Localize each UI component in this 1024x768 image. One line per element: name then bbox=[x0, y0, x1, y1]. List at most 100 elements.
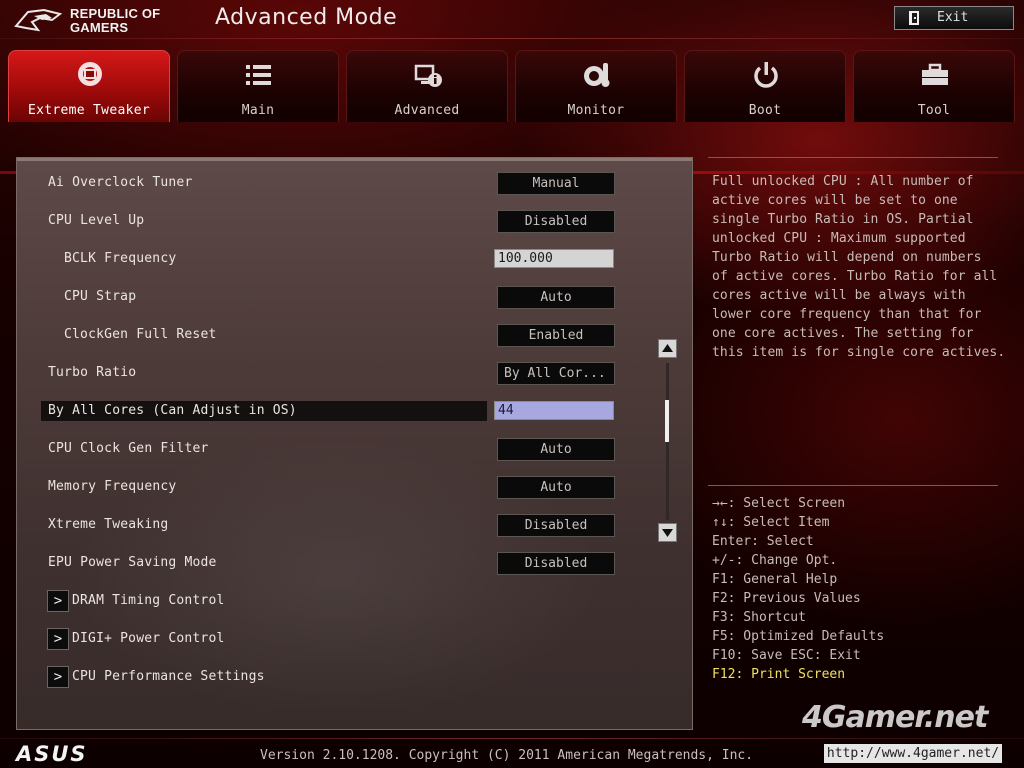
tab-advanced[interactable]: Advanced bbox=[346, 50, 508, 122]
tab-monitor[interactable]: Monitor bbox=[515, 50, 677, 122]
setting-value-input[interactable]: 100.000 bbox=[494, 249, 614, 268]
help-line: lower core frequency than that for bbox=[712, 307, 982, 322]
key-hint: F2: Previous Values bbox=[712, 591, 861, 606]
rog-eye-icon bbox=[14, 8, 63, 32]
key-hint: Enter: Select bbox=[712, 534, 814, 549]
setting-value-select[interactable]: Disabled bbox=[497, 210, 615, 233]
brand-line2: GAMERS bbox=[70, 20, 129, 35]
panel-top-rule bbox=[17, 158, 692, 161]
key-legend: →←: Select Screen ↑↓: Select Item Enter:… bbox=[712, 494, 1012, 684]
setting-label: Turbo Ratio bbox=[48, 365, 137, 380]
exit-door-icon bbox=[909, 11, 919, 25]
scroll-up-button[interactable] bbox=[658, 339, 677, 358]
submenu-dram-timing-control[interactable]: > DRAM Timing Control bbox=[17, 589, 657, 613]
key-hint: →←: Select Screen bbox=[712, 496, 846, 511]
key-hint: +/-: Change Opt. bbox=[712, 553, 838, 568]
exit-button[interactable]: Exit bbox=[894, 6, 1014, 30]
tab-label: Tool bbox=[917, 103, 951, 118]
tab-label: Extreme Tweaker bbox=[28, 103, 150, 118]
setting-label: CPU Level Up bbox=[48, 213, 145, 228]
setting-label: By All Cores (Can Adjust in OS) bbox=[48, 403, 297, 418]
setting-value-select[interactable]: Manual bbox=[497, 172, 615, 195]
scroll-thumb[interactable] bbox=[665, 400, 669, 442]
setting-value-input[interactable]: 44 bbox=[494, 401, 614, 420]
chevron-right-icon: > bbox=[47, 590, 69, 612]
submenu-label: DRAM Timing Control bbox=[72, 593, 225, 608]
help-line: one core actives. The setting for bbox=[712, 326, 974, 341]
submenu-digi-power-control[interactable]: > DIGI+ Power Control bbox=[17, 627, 657, 651]
setting-label: ClockGen Full Reset bbox=[64, 327, 217, 342]
chevron-right-icon: > bbox=[47, 666, 69, 688]
submenu-label: CPU Performance Settings bbox=[72, 669, 265, 684]
tab-boot[interactable]: Boot bbox=[684, 50, 846, 122]
setting-row-turbo-ratio[interactable]: Turbo Ratio By All Cor... bbox=[17, 361, 657, 385]
help-line: cores active will be always with bbox=[712, 288, 966, 303]
setting-row-cpu-strap[interactable]: CPU Strap Auto bbox=[17, 285, 657, 309]
setting-row-memory-frequency[interactable]: Memory Frequency Auto bbox=[17, 475, 657, 499]
monitor-gauge-icon bbox=[584, 63, 610, 87]
setting-row-xtreme-tweaking[interactable]: Xtreme Tweaking Disabled bbox=[17, 513, 657, 537]
setting-value-select[interactable]: Enabled bbox=[497, 324, 615, 347]
key-hint: ↑↓: Select Item bbox=[712, 515, 830, 530]
setting-row-by-all-cores[interactable]: By All Cores (Can Adjust in OS) 44 bbox=[17, 399, 657, 423]
key-hint: F1: General Help bbox=[712, 572, 838, 587]
scroll-down-button[interactable] bbox=[658, 523, 677, 542]
setting-row-cpu-clock-gen-filter[interactable]: CPU Clock Gen Filter Auto bbox=[17, 437, 657, 461]
chevron-right-icon: > bbox=[47, 628, 69, 650]
list-icon bbox=[246, 65, 271, 85]
arrow-up-icon bbox=[662, 344, 673, 352]
help-top-rule bbox=[708, 157, 998, 158]
settings-panel: Ai Overclock Tuner Manual CPU Level Up D… bbox=[16, 157, 693, 730]
setting-value-select[interactable]: Auto bbox=[497, 438, 615, 461]
setting-row-clockgen-full-reset[interactable]: ClockGen Full Reset Enabled bbox=[17, 323, 657, 347]
footer-divider bbox=[0, 738, 1024, 739]
setting-value-select[interactable]: Auto bbox=[497, 286, 615, 309]
help-line: this item is for single core actives. bbox=[712, 345, 1006, 360]
keys-top-rule bbox=[708, 485, 998, 486]
setting-value-select[interactable]: Auto bbox=[497, 476, 615, 499]
key-hint: F5: Optimized Defaults bbox=[712, 629, 885, 644]
tab-label: Boot bbox=[748, 103, 782, 118]
setting-label: EPU Power Saving Mode bbox=[48, 555, 217, 570]
setting-label: CPU Strap bbox=[64, 289, 137, 304]
tab-extreme-tweaker[interactable]: Extreme Tweaker bbox=[8, 50, 170, 122]
tab-bar: Extreme Tweaker Main Advanced Monitor Bo… bbox=[0, 50, 1024, 174]
setting-label: Memory Frequency bbox=[48, 479, 177, 494]
help-line: unlocked CPU : Maximum supported bbox=[712, 231, 966, 246]
setting-value-select[interactable]: Disabled bbox=[497, 552, 615, 575]
tab-label: Advanced bbox=[394, 103, 460, 118]
setting-row-ai-overclock-tuner[interactable]: Ai Overclock Tuner Manual bbox=[17, 171, 657, 195]
setting-row-epu-power-saving[interactable]: EPU Power Saving Mode Disabled bbox=[17, 551, 657, 575]
tab-main[interactable]: Main bbox=[177, 50, 339, 122]
setting-label: Ai Overclock Tuner bbox=[48, 175, 193, 190]
help-line: active cores will be set to one bbox=[712, 193, 958, 208]
toolbox-icon bbox=[922, 63, 948, 85]
tab-label: Main bbox=[241, 103, 275, 118]
version-text: Version 2.10.1208. Copyright (C) 2011 Am… bbox=[260, 748, 754, 763]
help-description: Full unlocked CPU : All number of active… bbox=[712, 172, 1012, 362]
help-line: Turbo Ratio will depend on numbers bbox=[712, 250, 982, 265]
arrow-down-icon bbox=[662, 529, 673, 537]
key-hint: F10: Save ESC: Exit bbox=[712, 648, 861, 663]
advanced-info-icon bbox=[414, 64, 442, 87]
page-title: Advanced Mode bbox=[215, 5, 398, 30]
setting-value-select[interactable]: Disabled bbox=[497, 514, 615, 537]
header-divider bbox=[0, 38, 1024, 39]
setting-row-cpu-level-up[interactable]: CPU Level Up Disabled bbox=[17, 209, 657, 233]
watermark-logo: 4Gamer.net bbox=[802, 700, 988, 735]
setting-row-bclk-frequency[interactable]: BCLK Frequency 100.000 bbox=[17, 247, 657, 271]
help-line: Full unlocked CPU : All number of bbox=[712, 174, 974, 189]
asus-logo: ASUS bbox=[16, 742, 88, 766]
brand-line1: REPUBLIC OF bbox=[70, 6, 161, 21]
exit-label: Exit bbox=[937, 10, 969, 25]
setting-value-select[interactable]: By All Cor... bbox=[497, 362, 615, 385]
setting-label: CPU Clock Gen Filter bbox=[48, 441, 209, 456]
tab-tool[interactable]: Tool bbox=[853, 50, 1015, 122]
key-hint: F3: Shortcut bbox=[712, 610, 806, 625]
help-line: of active cores. Turbo Ratio for all bbox=[712, 269, 998, 284]
key-hint-print-screen[interactable]: F12: Print Screen bbox=[712, 665, 1012, 684]
submenu-label: DIGI+ Power Control bbox=[72, 631, 225, 646]
submenu-cpu-performance-settings[interactable]: > CPU Performance Settings bbox=[17, 665, 657, 689]
watermark-url: http://www.4gamer.net/ bbox=[824, 744, 1002, 763]
power-icon bbox=[754, 62, 778, 88]
